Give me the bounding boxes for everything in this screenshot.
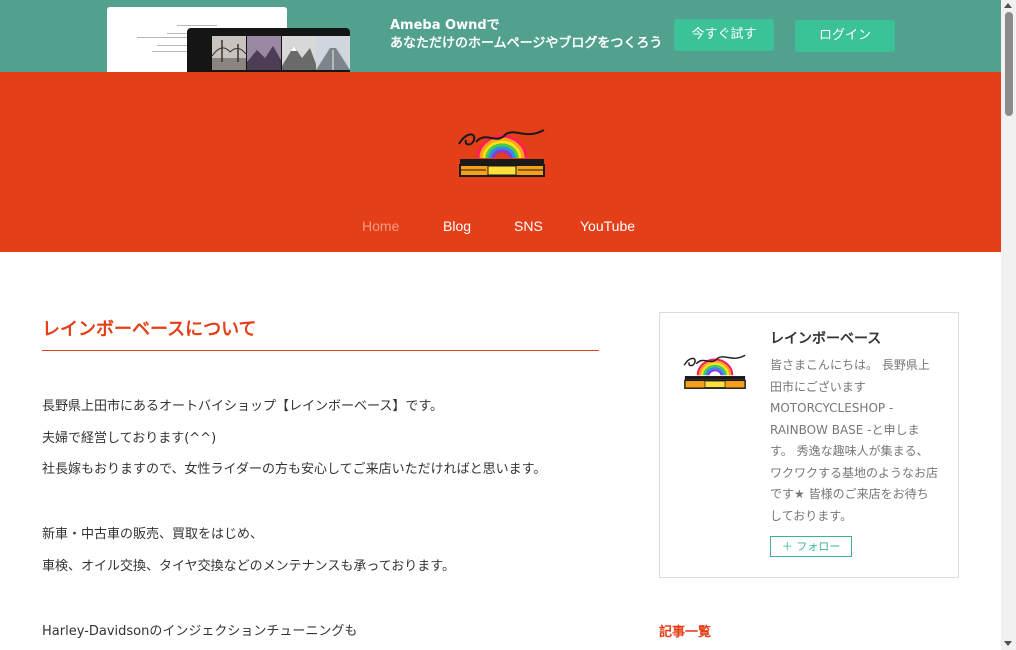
title-divider — [42, 350, 599, 351]
article-paragraph: 新車・中古車の販売、買取をはじめ、 — [42, 527, 264, 542]
rainbow-base-logo[interactable] — [456, 126, 548, 178]
nav-home[interactable]: Home — [362, 218, 399, 234]
profile-avatar[interactable] — [682, 351, 748, 391]
rainbow-base-logo-icon — [458, 129, 545, 177]
follow-button[interactable]: ＋ フォロー — [770, 536, 852, 557]
article-paragraph: Harley-Davidsonのインジェクションチューニングも — [42, 624, 358, 639]
ameba-promo-banner: Ameba Owndで あなただけのホームページやブログをつくろう 今すぐ試す … — [0, 0, 1001, 72]
scrollbar-thumb[interactable] — [1005, 12, 1013, 116]
profile-description-line: MOTORCYCLESHOP - — [770, 401, 894, 415]
rainbow-base-logo-small-icon — [683, 354, 746, 389]
profile-description-line: しております。 — [770, 508, 853, 523]
site-header: Home Blog SNS YouTube — [0, 72, 1001, 252]
nav-sns[interactable]: SNS — [514, 218, 543, 234]
mountain-thumbnail-icon — [247, 36, 281, 70]
article-paragraph: 長野県上田市にあるオートバイショップ【レインボーベース】です。 — [42, 399, 444, 414]
banner-mockup-dark — [187, 28, 350, 72]
snow-mountain-thumbnail-icon — [282, 36, 316, 70]
nav-blog[interactable]: Blog — [443, 218, 471, 234]
login-button[interactable]: ログイン — [795, 20, 895, 52]
bridge-thumbnail-icon — [212, 36, 246, 70]
article-title: レインボーベースについて — [42, 319, 257, 340]
vertical-scrollbar[interactable] — [1001, 0, 1016, 650]
road-thumbnail-icon — [316, 36, 350, 70]
main-nav: Home Blog SNS YouTube — [0, 218, 1001, 238]
banner-promo-text: Ameba Owndで あなただけのホームページやブログをつくろう — [390, 17, 662, 53]
profile-description-line: ワクワクする基地のようなお店 — [770, 465, 939, 480]
banner-line-1: Ameba Owndで — [390, 18, 500, 33]
profile-description-line: 皆さまこんにちは。 長野県上 — [770, 358, 930, 372]
banner-line-2: あなただけのホームページやブログをつくろう — [390, 36, 663, 51]
profile-description-line: 田市にございます — [770, 379, 866, 394]
profile-description-line: です★ 皆様のご来店をお待ち — [770, 487, 929, 501]
article-paragraph: 社長嫁もおりますので、女性ライダーの方も安心してご来店いただければと思います。 — [42, 462, 547, 477]
profile-description-line: RAINBOW BASE -と申しま — [770, 422, 920, 437]
profile-description: 皆さまこんにちは。 長野県上 田市にございます MOTORCYCLESHOP -… — [770, 355, 946, 527]
recent-articles-heading: 記事一覧 — [659, 625, 712, 640]
scroll-down-arrow-icon[interactable] — [1004, 641, 1012, 646]
article-paragraph: 車検、オイル交換、タイヤ交換などのメンテナンスも承っております。 — [42, 559, 456, 574]
nav-youtube[interactable]: YouTube — [580, 218, 635, 234]
article-paragraph: 夫婦で経営しております(^^) — [42, 431, 217, 446]
try-now-button[interactable]: 今すぐ試す — [674, 19, 774, 51]
profile-name[interactable]: レインボーベース — [770, 328, 881, 348]
profile-description-line: す。 秀逸な趣味人が集まる、 — [770, 444, 929, 458]
profile-card: レインボーベース 皆さまこんにちは。 長野県上 田市にございます MOTORCY… — [659, 312, 959, 578]
scroll-up-arrow-icon[interactable] — [1004, 3, 1012, 8]
